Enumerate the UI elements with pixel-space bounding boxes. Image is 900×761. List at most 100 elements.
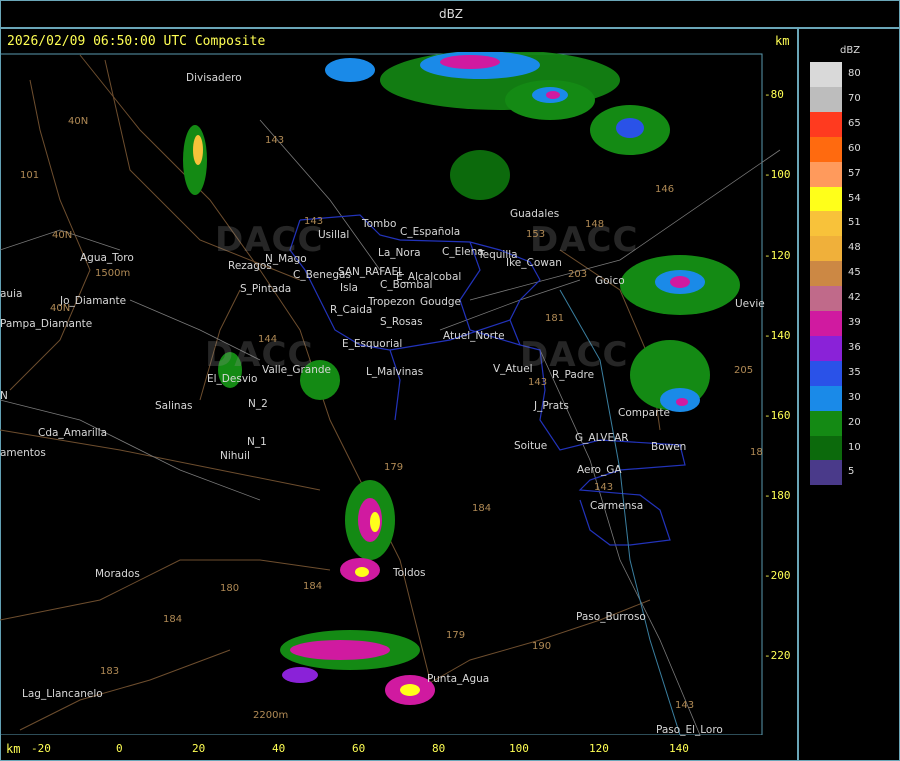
elevation-label: 1500m	[95, 268, 131, 279]
place-label: N_Mago	[265, 253, 307, 265]
legend-label: 51	[848, 217, 861, 229]
route-label: 203	[568, 269, 588, 280]
place-label: Atuel_Norte	[443, 330, 505, 342]
x-tick: 140	[669, 742, 689, 755]
place-label: Agua_Toro	[80, 252, 134, 264]
place-label: J_Prats	[534, 400, 569, 412]
place-label: E_Esquorial	[342, 338, 403, 350]
x-tick: 60	[352, 742, 366, 755]
place-label: S_Pintada	[240, 283, 292, 295]
route-label: 184	[163, 614, 183, 625]
legend-swatch	[810, 360, 842, 386]
y-tick: -100	[764, 168, 791, 181]
place-label: Isla	[340, 282, 358, 294]
place-label: Usillal	[318, 229, 350, 241]
place-label: Paso_Burroso	[576, 611, 646, 623]
place-label: Uevie	[735, 298, 765, 310]
place-label: L_Malvinas	[366, 366, 424, 378]
place-label: V_Atuel	[493, 363, 533, 375]
place-label: La_Nora	[378, 247, 421, 259]
route-label: 184	[303, 581, 323, 592]
route-label: 153	[526, 229, 546, 240]
y-tick: -200	[764, 569, 791, 582]
boundaries	[289, 214, 686, 546]
km-label-bottom: km	[6, 742, 21, 756]
legend-swatch	[810, 286, 842, 312]
route-label: 146	[655, 184, 675, 195]
y-tick: -160	[764, 409, 791, 422]
place-label: Comparte	[618, 407, 670, 419]
legend-label: 30	[848, 391, 861, 403]
place-label: amentos	[0, 447, 46, 459]
place-label: Bowen	[651, 441, 687, 453]
place-label: Lag_Llancanelo	[22, 688, 103, 700]
route-label: 40N	[50, 303, 71, 314]
place-label: N_2	[248, 398, 268, 410]
radar-echoes	[183, 52, 740, 705]
y-tick: -80	[764, 88, 784, 101]
y-tick: -220	[764, 649, 791, 662]
place-label: Aero_GA	[577, 464, 622, 476]
place-label: C_Española	[400, 226, 461, 238]
place-label: auia	[0, 288, 23, 300]
x-tick: 80	[432, 742, 446, 755]
legend-label: 35	[848, 366, 861, 378]
route-label: 179	[384, 462, 404, 473]
x-tick: 20	[192, 742, 206, 755]
place-label: Valle_Grande	[262, 364, 332, 376]
legend-swatch	[810, 186, 842, 212]
place-label: Morados	[95, 568, 140, 580]
x-tick: 100	[509, 742, 529, 755]
y-tick: -140	[764, 329, 791, 342]
place-label: G_ALVEAR	[575, 432, 629, 444]
legend-label: 36	[848, 341, 861, 353]
legend-unit: dBZ	[840, 45, 861, 56]
legend-swatch	[810, 460, 842, 486]
legend-label: 5	[848, 466, 855, 478]
legend-swatch	[810, 435, 842, 461]
legend-label: 54	[848, 192, 861, 204]
legend-label: 57	[848, 167, 861, 179]
legend-swatch	[810, 311, 842, 336]
place-label: N	[0, 390, 8, 402]
legend-label: 20	[848, 416, 861, 428]
route-label: 143	[265, 135, 285, 146]
legend-swatch	[810, 211, 842, 237]
place-label: Toldos	[393, 567, 426, 579]
title-bar: dBZ	[0, 0, 900, 28]
km-label-top: km	[775, 34, 790, 48]
legend-swatch	[810, 261, 842, 287]
place-label: R_Caida	[330, 304, 373, 316]
route-label: 205	[734, 365, 754, 376]
legend-label: 42	[848, 292, 861, 304]
x-tick: 120	[589, 742, 609, 755]
place-label: Divisadero	[186, 72, 242, 84]
legend-swatch	[810, 136, 842, 162]
route-label: 184	[472, 503, 492, 514]
route-label: 18	[750, 447, 763, 458]
elevation-label: 2200m	[253, 710, 289, 721]
place-label: Goico	[595, 275, 625, 287]
place-label: Nihuil	[220, 450, 250, 462]
x-tick: 40	[272, 742, 286, 755]
legend-swatch	[810, 410, 842, 436]
legend-label: 45	[848, 267, 861, 279]
place-label: Ike_Cowan	[506, 257, 562, 269]
legend-label: 39	[848, 317, 861, 328]
legend-label: 80	[848, 68, 861, 79]
route-label: 143	[675, 700, 695, 711]
route-label: 144	[258, 334, 278, 345]
legend-swatch	[810, 62, 842, 87]
place-label: S_Rosas	[380, 316, 423, 328]
place-label: Paso_El_Loro	[656, 724, 723, 736]
place-label: Soitue	[514, 440, 548, 452]
route-label: 143	[304, 216, 324, 227]
x-tick: 0	[116, 742, 123, 755]
place-label: Guadales	[510, 208, 560, 220]
route-label: 40N	[52, 230, 73, 241]
legend-label: 60	[848, 142, 861, 154]
route-label: 40N	[68, 116, 89, 127]
y-tick: -180	[764, 489, 791, 502]
legend-label: 48	[848, 242, 861, 254]
place-label: Goudge	[420, 296, 462, 308]
